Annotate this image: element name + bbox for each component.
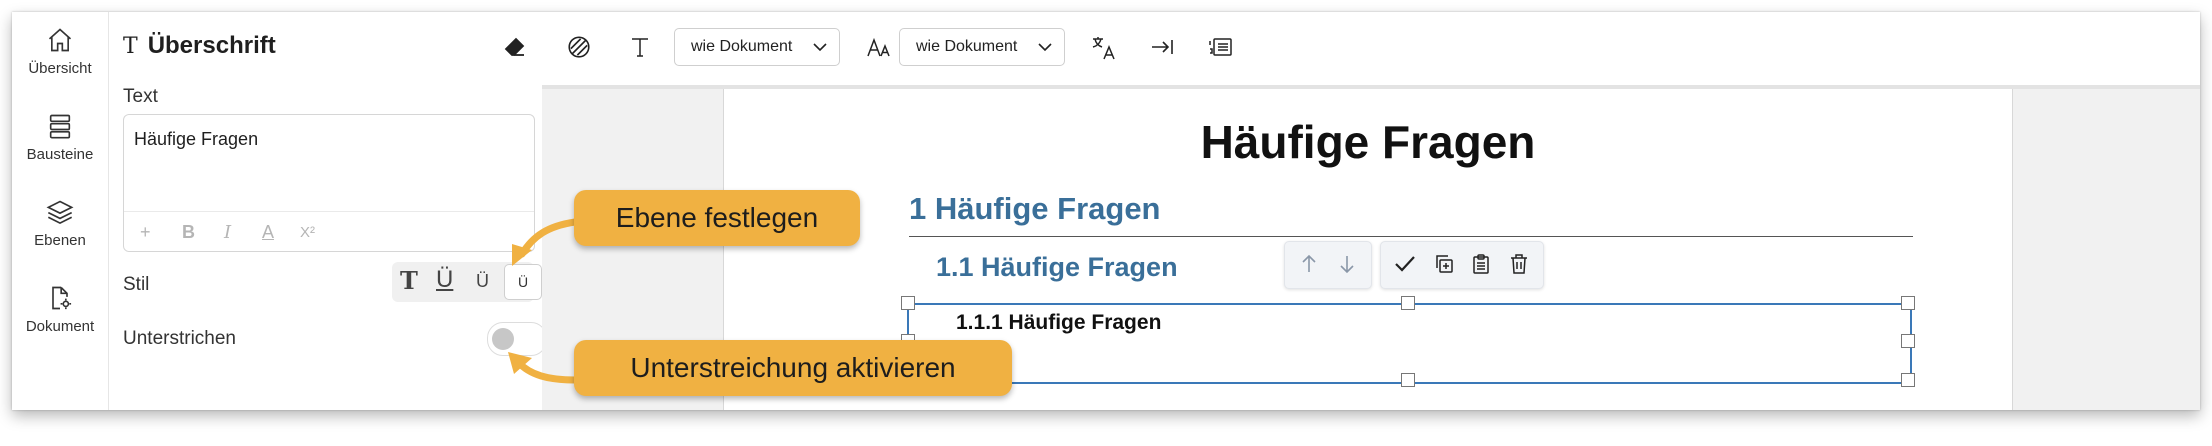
document-settings-icon	[52, 286, 72, 310]
chevron-down-icon	[813, 43, 827, 52]
panel-header: T Überschrift	[123, 32, 276, 60]
callout-ebene-festlegen: Ebene festlegen	[574, 190, 860, 246]
add-icon[interactable]: +	[140, 222, 151, 243]
selected-block-frame[interactable]	[907, 303, 1912, 384]
underline-label: Unterstrichen	[123, 328, 236, 349]
move-toolbar	[1284, 241, 1372, 289]
check-icon[interactable]	[1393, 253, 1417, 280]
duplicate-icon[interactable]	[1433, 253, 1455, 280]
heading-level-2[interactable]: 1.1 Häufige Fragen	[936, 252, 1178, 283]
eraser-icon[interactable]	[503, 36, 527, 63]
home-icon	[48, 28, 72, 52]
nav-item-uebersicht[interactable]: Übersicht	[12, 26, 108, 78]
style-option-small[interactable]: Ü	[504, 264, 542, 300]
top-toolbar: wie Dokument wie Dokument	[542, 12, 2200, 89]
toggle-knob	[492, 328, 514, 350]
arrow-down-icon[interactable]	[1337, 253, 1357, 280]
font-icon[interactable]	[628, 34, 652, 65]
resize-handle-top-right[interactable]	[1901, 296, 1915, 310]
clipboard-icon[interactable]	[1471, 253, 1491, 280]
block-actions-toolbar	[1380, 241, 1544, 289]
style-option-medium[interactable]: Ü	[476, 271, 489, 292]
numbered-list-icon[interactable]	[1208, 34, 1234, 65]
nav-label: Ebenen	[34, 232, 86, 249]
resize-handle-bottom-right[interactable]	[1901, 373, 1915, 387]
nav-label: Übersicht	[28, 60, 92, 77]
nav-label: Bausteine	[26, 146, 94, 163]
bold-button[interactable]: B	[182, 222, 195, 243]
font-size-icon[interactable]	[864, 34, 892, 65]
italic-button[interactable]: I	[224, 222, 231, 243]
underline-toggle[interactable]	[487, 322, 547, 356]
format-toolbar: + B I A X²	[124, 211, 534, 252]
nav-rail: Übersicht Bausteine Ebenen Dokument	[12, 12, 109, 410]
nav-label: Dokument	[25, 318, 95, 335]
properties-panel: T Überschrift Text Häufige Fragen + B I A…	[109, 12, 547, 410]
resize-handle-top[interactable]	[1401, 296, 1415, 310]
callout-unterstreichung: Unterstreichung aktivieren	[574, 340, 1012, 396]
resize-handle-right[interactable]	[1901, 334, 1915, 348]
style-option-underlined[interactable]: Ü	[436, 266, 453, 294]
font-size-value: wie Dokument	[916, 38, 1018, 55]
layers-icon	[46, 200, 74, 224]
resize-handle-bottom[interactable]	[1401, 373, 1415, 387]
font-size-select[interactable]: wie Dokument	[899, 28, 1065, 66]
style-option-t[interactable]: T	[400, 266, 418, 295]
text-color-button[interactable]: A	[262, 222, 274, 243]
chevron-down-icon	[1038, 43, 1052, 52]
font-family-select[interactable]: wie Dokument	[674, 28, 840, 66]
panel-title: Überschrift	[147, 32, 276, 59]
trash-icon[interactable]	[1509, 253, 1529, 280]
text-label: Text	[123, 86, 158, 107]
resize-handle-top-left[interactable]	[901, 296, 915, 310]
app-window: Übersicht Bausteine Ebenen Dokument T Übe…	[12, 12, 2200, 410]
font-family-value: wie Dokument	[691, 38, 793, 55]
heading-type-icon: T	[123, 34, 138, 59]
indent-icon[interactable]	[1150, 34, 1176, 65]
color-palette-icon[interactable]	[566, 34, 592, 65]
heading-underline	[909, 236, 1913, 237]
translate-icon[interactable]	[1090, 34, 1118, 67]
style-segmented-control: T Ü Ü Ü	[392, 262, 542, 302]
style-label: Stil	[123, 274, 150, 295]
heading-level-1[interactable]: 1 Häufige Fragen	[909, 191, 1161, 227]
heading-text-editor[interactable]: Häufige Fragen + B I A X²	[123, 114, 535, 252]
superscript-button[interactable]: X²	[300, 224, 315, 241]
nav-item-dokument[interactable]: Dokument	[12, 284, 108, 336]
nav-item-bausteine[interactable]: Bausteine	[12, 112, 108, 164]
heading-text-value[interactable]: Häufige Fragen	[134, 129, 258, 150]
arrow-up-icon[interactable]	[1299, 253, 1319, 280]
nav-item-ebenen[interactable]: Ebenen	[12, 198, 108, 250]
document-title[interactable]: Häufige Fragen	[724, 115, 2012, 169]
blocks-icon	[49, 114, 71, 139]
